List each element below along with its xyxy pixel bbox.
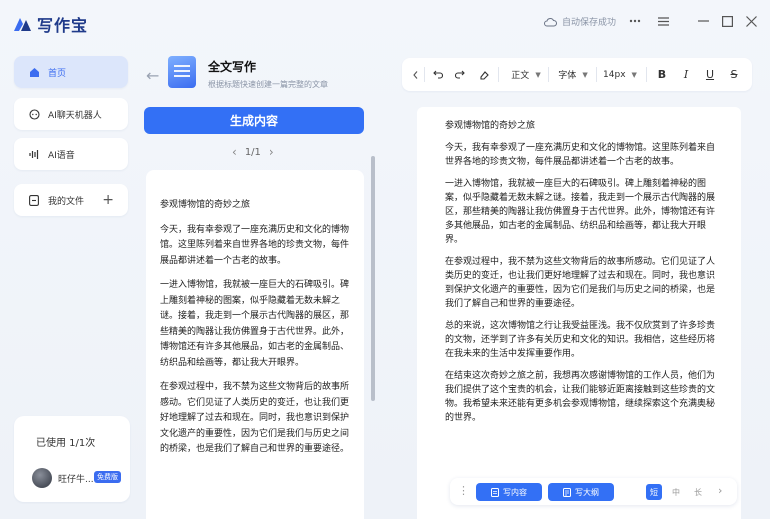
sidebar-item-label: AI聊天机器人 — [48, 110, 102, 121]
bold-button[interactable]: B — [652, 58, 672, 91]
font-family-select[interactable]: 字体 ▼ — [552, 58, 594, 91]
length-long-option[interactable]: 长 — [690, 484, 706, 500]
app-logo: 写作宝 — [12, 12, 88, 36]
result-pager: ‹ 1/1 › — [232, 145, 274, 159]
result-paragraph: 在参观过程中，我不禁为这些文物背后的故事所感动。它们见证了人类历史的变迁，也让我… — [160, 382, 350, 454]
chevron-right-icon[interactable]: › — [718, 484, 722, 497]
toolbar-divider — [548, 67, 549, 82]
generated-result-card[interactable]: 参观博物馆的奇妙之旅 今天，我有幸参观了一座充满历史和文化的博物馆。这里陈列着来… — [146, 170, 364, 519]
editor-area[interactable]: 参观博物馆的奇妙之旅 今天，我有幸参观了一座充满历史和文化的博物馆。这里陈列着来… — [417, 107, 741, 519]
home-icon — [28, 66, 40, 78]
strikethrough-button[interactable]: S — [724, 58, 744, 91]
result-paragraph: 今天，我有幸参观了一座充满历史和文化的博物馆。这里陈列着来自世界各地的珍贵文物，… — [160, 224, 350, 266]
editor-content[interactable]: 参观博物馆的奇妙之旅 今天，我有幸参观了一座充满历史和文化的博物馆。这里陈列着来… — [445, 119, 715, 433]
logo-icon — [14, 18, 31, 31]
editor-toolbar: 正文 ▼ 字体 ▼ 14px ▼ B I U S — [402, 58, 752, 91]
chevron-down-icon: ▼ — [535, 70, 541, 79]
avatar[interactable] — [32, 468, 52, 488]
paragraph-style-select[interactable]: 正文 ▼ — [506, 58, 546, 91]
sidebar-item-home[interactable]: 首页 — [14, 56, 128, 88]
generate-content-button[interactable]: 生成内容 — [144, 107, 364, 134]
length-short-option[interactable]: 短 — [646, 484, 662, 500]
write-content-label: 写内容 — [503, 487, 527, 497]
toolbar-divider — [424, 67, 425, 82]
autosave-status: 自动保存成功 — [544, 15, 616, 28]
menu-icon[interactable] — [656, 14, 670, 28]
page-title: 全文写作 — [208, 60, 257, 74]
font-family-value: 字体 — [558, 71, 577, 81]
minimize-icon[interactable] — [696, 14, 710, 28]
editor-paragraph: 总的来说，这次博物馆之行让我受益匪浅。我不仅欣赏到了许多珍贵的文物，还学到了许多… — [445, 321, 716, 359]
app-window: 写作宝 自动保存成功 首页 AI聊天机器人 AI语音 我的文件 + 已使用 1/… — [0, 0, 770, 519]
sidebar-item-ai-chatbot[interactable]: AI聊天机器人 — [14, 98, 128, 130]
autosave-text: 自动保存成功 — [562, 18, 617, 28]
file-icon — [28, 194, 40, 206]
clear-format-icon[interactable] — [474, 58, 494, 91]
sidebar-item-label: AI语音 — [48, 150, 75, 161]
writing-action-bar: ⋮ 写内容 写大纲 短 中 长 › — [450, 478, 737, 505]
editor-title: 参观博物馆的奇妙之旅 — [445, 121, 536, 131]
voice-icon — [28, 148, 40, 160]
document-icon — [491, 487, 499, 497]
next-page-icon[interactable]: › — [269, 145, 274, 159]
add-file-icon[interactable]: + — [102, 192, 114, 208]
username[interactable]: 旺仔牛... — [58, 472, 94, 485]
page-indicator: 1/1 — [244, 146, 261, 158]
italic-button[interactable]: I — [676, 58, 696, 91]
prev-page-icon[interactable]: ‹ — [232, 145, 237, 159]
underline-button[interactable]: U — [700, 58, 720, 91]
write-outline-button[interactable]: 写大纲 — [548, 483, 614, 501]
write-outline-label: 写大纲 — [575, 487, 599, 497]
sidebar-item-label: 首页 — [48, 68, 67, 79]
editor-paragraph: 一进入博物馆，我就被一座巨大的石碑吸引。碑上雕刻着神秘的图案，似乎隐藏着无数未解… — [445, 179, 716, 245]
toolbar-divider — [596, 67, 597, 82]
more-options-icon[interactable] — [628, 14, 642, 28]
write-content-button[interactable]: 写内容 — [476, 483, 542, 501]
back-arrow-icon[interactable]: ← — [146, 66, 159, 85]
sidebar-item-label: 我的文件 — [48, 196, 85, 207]
length-medium-option[interactable]: 中 — [668, 484, 684, 500]
maximize-icon[interactable] — [720, 14, 734, 28]
close-icon[interactable] — [744, 14, 758, 28]
undo-icon[interactable] — [428, 58, 448, 91]
app-name: 写作宝 — [37, 16, 89, 35]
redo-icon[interactable] — [450, 58, 470, 91]
membership-badge[interactable]: 免费版 — [94, 471, 121, 483]
toolbar-divider — [498, 67, 499, 82]
collapse-toolbar-icon[interactable] — [408, 58, 422, 91]
result-scrollbar[interactable] — [371, 156, 375, 401]
toolbar-divider — [646, 67, 647, 82]
font-size-select[interactable]: 14px ▼ — [600, 58, 640, 91]
page-subtitle: 根据标题快速创建一篇完整的文章 — [208, 80, 328, 89]
paragraph-style-value: 正文 — [511, 71, 530, 81]
usage-card: 已使用 1/1次 旺仔牛... 免费版 — [14, 416, 130, 502]
chevron-down-icon: ▼ — [631, 70, 637, 79]
editor-paragraph: 今天，我有幸参观了一座充满历史和文化的博物馆。这里陈列着来自世界各地的珍贵文物，… — [445, 143, 716, 167]
drag-handle-icon[interactable]: ⋮ — [458, 484, 469, 497]
chevron-down-icon: ▼ — [582, 70, 588, 79]
editor-paragraph: 在参观过程中，我不禁为这些文物背后的故事所感动。它们见证了人类历史的变迁，也让我… — [445, 257, 716, 309]
sidebar-item-ai-voice[interactable]: AI语音 — [14, 138, 128, 170]
sidebar-item-my-files[interactable]: 我的文件 + — [14, 184, 128, 216]
chat-icon — [28, 108, 40, 120]
outline-icon — [563, 487, 571, 497]
font-size-value: 14px — [603, 69, 626, 80]
document-icon — [168, 56, 196, 88]
result-paragraph: 一进入博物馆，我就被一座巨大的石碑吸引。碑上雕刻着神秘的图案，似乎隐藏着无数未解… — [160, 280, 350, 368]
generated-text: 参观博物馆的奇妙之旅 今天，我有幸参观了一座充满历史和文化的博物馆。这里陈列着来… — [160, 198, 354, 467]
editor-paragraph: 在结束这次奇妙之旅之前，我想再次感谢博物馆的工作人员，他们为我们提供了这个宝贵的… — [445, 371, 716, 423]
title-bar: 写作宝 自动保存成功 — [0, 0, 770, 44]
result-title: 参观博物馆的奇妙之旅 — [160, 200, 251, 210]
cloud-icon — [544, 17, 557, 26]
usage-count: 已使用 1/1次 — [36, 438, 96, 449]
